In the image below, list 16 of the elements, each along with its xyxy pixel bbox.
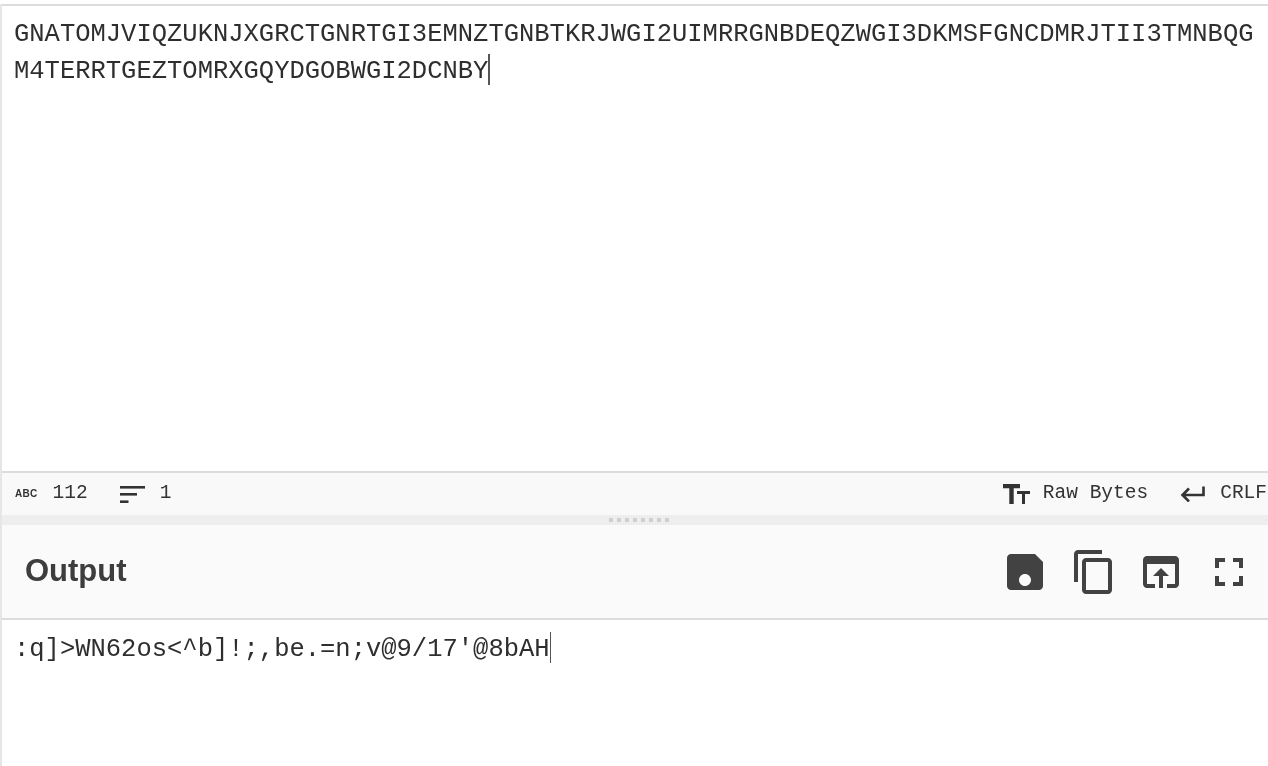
return-arrow-icon (1180, 486, 1206, 502)
line-count: 1 (159, 481, 172, 507)
length-count: 112 (52, 481, 88, 507)
fullscreen-icon (1215, 557, 1243, 586)
text-cursor-icon (549, 632, 552, 663)
length-label: ABC (15, 489, 38, 499)
copy-icon (1074, 549, 1112, 594)
output-field[interactable]: :q]>WN62os<^b]!;,be.=n;v@9/17'@8bAH (2, 620, 1268, 766)
save-icon (1007, 553, 1043, 590)
text-cursor-icon (488, 54, 490, 85)
line-ending-button[interactable]: CRLF (1180, 479, 1267, 509)
text-format-icon (1002, 484, 1030, 504)
lines-icon (119, 485, 145, 503)
output-title: Output (25, 554, 127, 589)
window-up-arrow-icon (1143, 555, 1179, 588)
encoding-button[interactable]: Raw Bytes (1002, 479, 1149, 509)
